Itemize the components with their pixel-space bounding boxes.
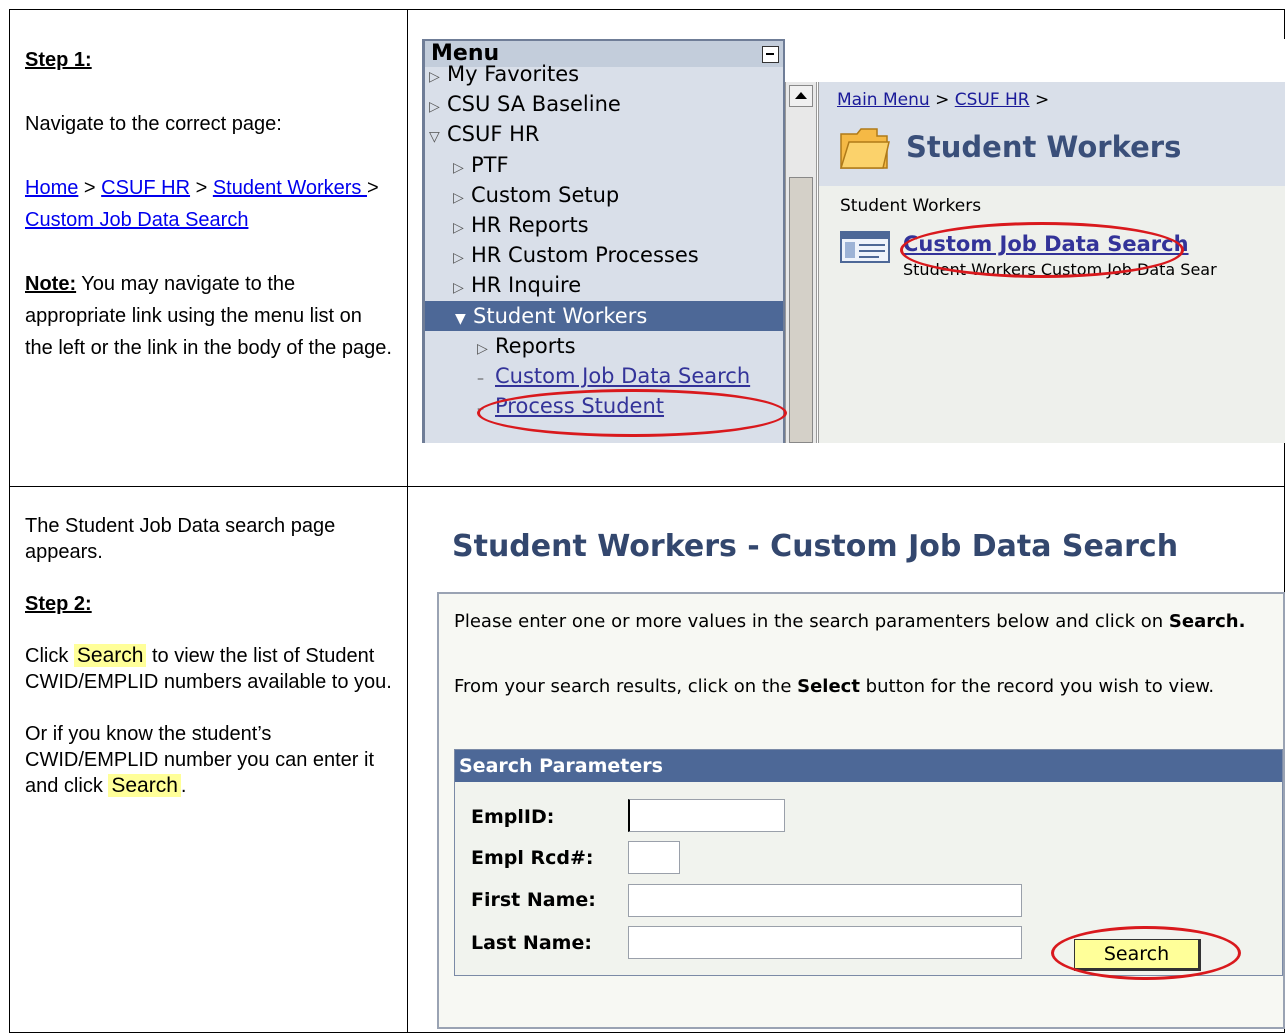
step2-click-paragraph: Click Search to view the list of Student… <box>25 644 392 693</box>
step2-label: Step 2: <box>25 593 92 615</box>
search-instruction-2: From your search results, click on the S… <box>454 676 1215 697</box>
expand-triangle-icon: ▷ <box>453 220 464 236</box>
page-icon <box>840 231 890 263</box>
student-workers-link[interactable]: Student Workers <box>213 177 367 199</box>
menu-scrollbar[interactable] <box>785 82 817 443</box>
section-title: Student Workers <box>906 130 1182 164</box>
step2-intro: The Student Job Data search page appears… <box>25 515 336 563</box>
menu-item-process-student[interactable]: – Process Student <box>477 391 664 421</box>
nav-separator: > <box>78 177 102 199</box>
search-parameters-box: Search Parameters EmplID: Empl Rcd#: Fir… <box>454 749 1283 980</box>
last-name-field[interactable] <box>628 926 1022 959</box>
step1-screenshot-cell: Menu ▷ My Favorites ▷ CSU SA Baseline ▽ CSU… <box>407 9 1285 487</box>
expand-triangle-icon: ▷ <box>429 69 440 85</box>
empl-rcd-label: Empl Rcd#: <box>471 847 594 869</box>
custom-job-data-search-content-link[interactable]: Custom Job Data Search <box>903 232 1189 256</box>
section-subtitle: Student Workers <box>840 196 982 216</box>
page-title: Student Workers - Custom Job Data Search <box>452 529 1179 564</box>
collapse-icon[interactable] <box>762 46 779 63</box>
step1-label: Step 1: <box>25 49 92 71</box>
emplid-field[interactable] <box>628 799 785 832</box>
expanded-triangle-icon: ▼ <box>455 311 466 327</box>
first-name-label: First Name: <box>471 889 596 911</box>
scroll-up-arrow-icon[interactable] <box>789 85 813 107</box>
collapse-triangle-icon: ▽ <box>429 129 440 145</box>
menu-item-hr-inquire[interactable]: ▷ HR Inquire <box>453 270 581 300</box>
menu-item-ptf[interactable]: ▷ PTF <box>453 150 509 180</box>
menu-item-hr-custom-processes[interactable]: ▷ HR Custom Processes <box>453 240 699 270</box>
last-name-label: Last Name: <box>471 932 592 954</box>
menu-item-hr-reports[interactable]: ▷ HR Reports <box>453 210 589 240</box>
empl-rcd-field[interactable] <box>628 841 680 874</box>
content-panel: Main Menu > CSUF HR > Student Workers St… <box>818 82 1285 443</box>
expand-triangle-icon: ▷ <box>453 250 464 266</box>
expand-triangle-icon: ▷ <box>453 280 464 296</box>
breadcrumb-csuf-hr[interactable]: CSUF HR <box>955 90 1030 110</box>
nav-separator: > <box>190 177 213 199</box>
breadcrumb-main-menu[interactable]: Main Menu <box>837 90 930 110</box>
csuf-hr-link[interactable]: CSUF HR <box>101 177 190 199</box>
emplid-label: EmplID: <box>471 806 555 828</box>
leaf-dash-icon: – <box>477 401 484 417</box>
breadcrumb: Main Menu > CSUF HR > <box>819 82 1285 118</box>
menu-panel: Menu ▷ My Favorites ▷ CSU SA Baseline ▽ CSU… <box>422 39 785 443</box>
instruction-table: Step 1: Navigate to the correct page: Ho… <box>9 9 1285 1033</box>
menu-item-custom-job-data-search[interactable]: – Custom Job Data Search <box>477 361 750 391</box>
expand-triangle-icon: ▷ <box>429 99 440 115</box>
custom-job-data-search-link[interactable]: Custom Job Data Search <box>25 209 248 231</box>
step2-instructions-cell: The Student Job Data search page appears… <box>9 486 408 1033</box>
step1-screenshot: Menu ▷ My Favorites ▷ CSU SA Baseline ▽ CSU… <box>422 39 1285 443</box>
step1-instructions-cell: Step 1: Navigate to the correct page: Ho… <box>9 9 408 487</box>
note-label: Note: <box>25 273 77 295</box>
search-panel: Please enter one or more values in the s… <box>437 592 1285 1029</box>
leaf-dash-icon: – <box>477 371 484 387</box>
custom-job-data-search-description: Student Workers Custom Job Data Sear <box>903 260 1217 279</box>
search-highlight: Search <box>73 644 147 667</box>
note-text: You may navigate to the appropriate link… <box>25 273 392 359</box>
expand-triangle-icon: ▷ <box>453 160 464 176</box>
step2-screenshot-cell: Student Workers - Custom Job Data Search… <box>407 486 1285 1033</box>
menu-item-custom-setup[interactable]: ▷ Custom Setup <box>453 180 619 210</box>
home-link[interactable]: Home <box>25 177 78 199</box>
menu-item-reports[interactable]: ▷ Reports <box>477 331 576 361</box>
search-highlight: Search <box>108 774 181 797</box>
search-parameters-header: Search Parameters <box>455 750 1282 782</box>
step1-intro: Navigate to the correct page: <box>25 113 282 135</box>
nav-separator: > <box>366 177 379 199</box>
expand-triangle-icon: ▷ <box>477 341 488 357</box>
menu-item-student-workers[interactable]: ▼ Student Workers <box>425 301 783 331</box>
scroll-thumb[interactable] <box>789 177 813 443</box>
menu-item-csu-sa-baseline[interactable]: ▷ CSU SA Baseline <box>429 89 621 119</box>
first-name-field[interactable] <box>628 884 1022 917</box>
menu-item-my-favorites[interactable]: ▷ My Favorites <box>429 59 579 89</box>
search-button[interactable]: Search <box>1074 939 1201 971</box>
step2-or-paragraph: Or if you know the student’s CWID/EMPLID… <box>25 723 375 797</box>
expand-triangle-icon: ▷ <box>453 190 464 206</box>
note-paragraph: Note: You may navigate to the appropriat… <box>25 268 395 364</box>
section-header: Student Workers <box>819 118 1285 186</box>
folder-icon <box>839 128 890 169</box>
nav-path: Home > CSUF HR > Student Workers > Custo… <box>25 172 395 236</box>
menu-item-csuf-hr[interactable]: ▽ CSUF HR <box>429 119 540 149</box>
search-instruction-1: Please enter one or more values in the s… <box>454 611 1246 632</box>
